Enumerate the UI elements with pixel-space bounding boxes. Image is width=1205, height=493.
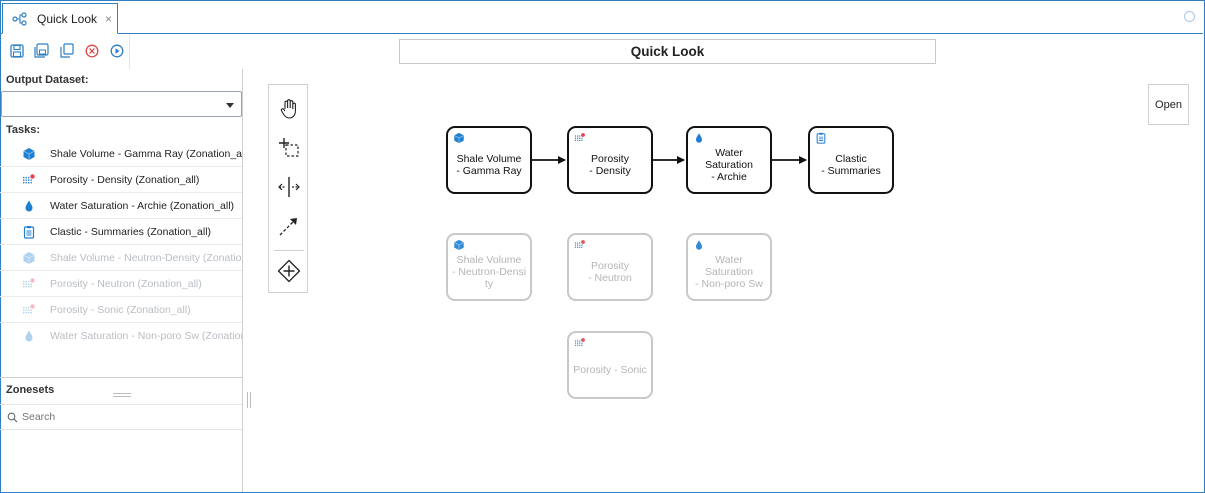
zonesets-section: Zonesets [0,377,242,430]
search-input[interactable] [22,411,222,423]
run-button[interactable] [108,42,125,59]
node-label: Water Saturation - Archie [705,147,753,183]
node-porosity-density[interactable]: Porosity - Density [567,126,653,194]
task-item[interactable]: Water Saturation - Non-poro Sw (Zonation… [0,323,242,349]
cancel-icon [85,44,98,57]
node-label: Water Saturation - Non-poro Sw [695,254,763,290]
task-item[interactable]: Water Saturation - Archie (Zonation_all) [0,193,242,219]
workflow-icon [12,11,27,26]
porosity-icon [574,338,585,346]
porosity-icon [23,277,35,287]
node-label: Porosity - Sonic [573,364,647,376]
task-item[interactable]: Porosity - Neutron (Zonation_all) [0,271,242,297]
left-panel: Output Dataset: Tasks: Shale Volume - Ga… [0,69,243,492]
node-shale-volume-gamma-ray[interactable]: Shale Volume - Gamma Ray [446,126,532,194]
search-icon [7,412,18,422]
hand-tool-button[interactable] [276,96,302,122]
toolbar [8,42,125,59]
node-shale-volume-neutron-density[interactable]: Shale Volume - Neutron-Densi ty [446,233,532,301]
resize-handle[interactable] [113,393,131,397]
task-label: Water Saturation - Non-poro Sw (Zonation… [50,330,242,342]
task-item[interactable]: Shale Volume - Gamma Ray (Zonation_all) [0,141,242,167]
porosity-icon [574,240,585,248]
cube-icon [454,239,464,251]
drop-icon [25,200,33,211]
task-label: Porosity - Sonic (Zonation_all) [50,303,191,316]
porosity-icon [23,303,35,313]
node-label: Porosity - Neutron [588,260,632,284]
copy-button[interactable] [58,42,75,59]
task-label: Water Saturation - Archie (Zonation_all) [50,199,235,212]
node-porosity-neutron[interactable]: Porosity - Neutron [567,233,653,301]
task-label: Shale Volume - Gamma Ray (Zonation_all) [50,147,242,160]
zonesets-label: Zonesets [6,384,55,396]
copy-icon [59,43,74,58]
node-label: Clastic - Summaries [821,153,881,177]
tool-palette [268,84,308,293]
cancel-button[interactable] [83,42,100,59]
cube-icon [23,147,35,160]
save-all-button[interactable] [33,42,50,59]
node-label: Porosity - Density [589,153,631,177]
tab-quick-look[interactable]: Quick Look × [2,3,118,34]
save-button[interactable] [8,42,25,59]
run-icon [110,44,123,57]
clipboard-icon [23,225,35,239]
save-icon [9,43,24,58]
node-water-saturation-non-poro-sw[interactable]: Water Saturation - Non-poro Sw [686,233,772,301]
connect-tool-icon [279,218,297,236]
tab-bar: Quick Look × [0,0,1203,34]
hand-tool-icon [280,99,296,119]
status-circle-icon[interactable] [1184,11,1195,22]
add-gateway-icon [277,259,301,283]
task-label: Porosity - Neutron (Zonation_all) [50,277,202,290]
output-dataset-label: Output Dataset: [6,74,89,86]
tab-label: Quick Look [37,11,98,26]
node-clastic-summaries[interactable]: Clastic - Summaries [808,126,894,194]
space-tool-button[interactable] [276,174,302,200]
panel-splitter[interactable] [247,392,251,408]
cube-icon [23,251,35,264]
task-label: Shale Volume - Neutron-Density (Zonation… [50,251,242,264]
task-list: Shale Volume - Gamma Ray (Zonation_all) … [0,141,242,349]
open-button[interactable]: Open [1148,84,1189,125]
task-item[interactable]: Shale Volume - Neutron-Density (Zonation… [0,245,242,271]
node-porosity-sonic[interactable]: Porosity - Sonic [567,331,653,399]
porosity-icon [574,133,585,141]
add-gateway-button[interactable] [276,258,302,284]
task-item[interactable]: Porosity - Sonic (Zonation_all) [0,297,242,323]
drop-icon [25,330,33,342]
drop-icon [696,240,702,250]
caret-down-icon [226,103,234,108]
connect-tool-button[interactable] [276,213,302,239]
drop-icon [696,133,702,143]
node-label: Shale Volume - Neutron-Densi ty [451,254,527,290]
output-dataset-dropdown[interactable] [1,91,242,117]
lasso-tool-button[interactable] [276,135,302,161]
task-label: Clastic - Summaries (Zonation_all) [50,225,212,238]
task-item[interactable]: Porosity - Density (Zonation_all) [0,167,242,193]
node-label: Shale Volume - Gamma Ray [456,153,522,177]
node-water-saturation-archie[interactable]: Water Saturation - Archie [686,126,772,194]
diagram-title[interactable]: Quick Look [399,39,936,64]
close-icon[interactable]: × [105,12,112,26]
tasks-label: Tasks: [6,124,41,136]
task-item[interactable]: Clastic - Summaries (Zonation_all) [0,219,242,245]
cube-icon [454,132,464,144]
lasso-select-icon [279,138,299,157]
palette-divider [274,250,304,251]
save-all-icon [34,43,49,58]
porosity-icon [23,173,35,183]
zonesets-search [0,404,242,430]
clipboard-icon [816,132,826,144]
space-tool-icon [278,177,300,197]
task-label: Porosity - Density (Zonation_all) [50,173,200,186]
toolbar-divider [129,35,130,69]
